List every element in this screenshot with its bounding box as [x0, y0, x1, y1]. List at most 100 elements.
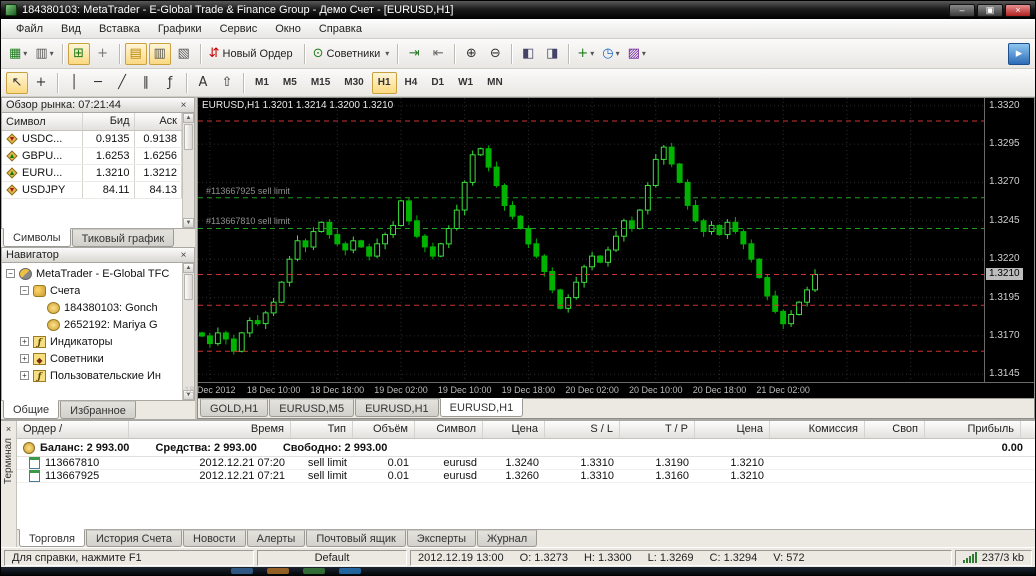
navigator-item[interactable]: + ƒ Индикаторы — [2, 333, 182, 350]
market-watch-column[interactable]: Бид — [83, 113, 135, 130]
timeframe-D1[interactable]: D1 — [425, 72, 450, 94]
cursor-button[interactable]: ↖ — [6, 71, 28, 94]
navigator-toggle-button[interactable]: ▤ — [124, 42, 147, 65]
terminal-tab[interactable]: Новости — [183, 530, 246, 547]
navigator-item[interactable]: + ƒ Пользовательские Ин — [2, 367, 182, 384]
menu-item[interactable]: Вид — [52, 21, 90, 37]
market-watch-row[interactable]: ▼ USDJPY 84.11 84.13 — [2, 182, 182, 199]
terminal-close-button[interactable]: × — [6, 424, 11, 434]
terminal-tab[interactable]: Почтовый ящик — [306, 530, 406, 547]
market-watch-row[interactable]: ▼ USDC... 0.9135 0.9138 — [2, 131, 182, 148]
chart-tab[interactable]: EURUSD,H1 — [355, 399, 439, 417]
terminal-column-header[interactable]: Ордер / — [17, 421, 129, 438]
equidistant-channel-button[interactable]: ∥ — [135, 72, 157, 94]
chart-tab[interactable]: GOLD,H1 — [200, 399, 269, 417]
menu-item[interactable]: Графики — [149, 21, 211, 37]
new-chart-button[interactable]: ▦ ▾ — [6, 43, 30, 65]
terminal-column-header[interactable]: S / L — [545, 421, 620, 438]
navigator-item[interactable]: 184380103: Gonch — [2, 299, 182, 316]
tree-plus-icon[interactable]: + — [20, 371, 29, 380]
terminal-column-header[interactable]: Комиссия — [770, 421, 865, 438]
terminal-column-header[interactable]: Прибыль — [925, 421, 1021, 438]
status-profile[interactable]: Default — [257, 549, 407, 566]
navigator-item[interactable]: − MetaTrader - E-Global TFC — [2, 265, 182, 282]
chart-tab[interactable]: EURUSD,M5 — [269, 399, 355, 417]
terminal-column-header[interactable]: Цена — [483, 421, 545, 438]
terminal-tab[interactable]: Эксперты — [406, 530, 477, 547]
new-order-button[interactable]: ⇵ Новый Ордер — [206, 43, 299, 65]
timeframe-H1[interactable]: H1 — [371, 71, 397, 94]
timeframe-M5[interactable]: M5 — [277, 72, 303, 94]
taskbar-item[interactable] — [303, 568, 325, 574]
periods-list-button[interactable]: ◷ ▾ — [599, 43, 622, 65]
arrow-objects-button[interactable]: ⇧ — [216, 72, 238, 94]
terminal-column-header[interactable]: Символ — [415, 421, 483, 438]
terminal-column-header[interactable]: Своп — [865, 421, 925, 438]
menu-item[interactable]: Справка — [310, 21, 371, 37]
navigator-tab[interactable]: Общие — [3, 400, 60, 419]
fibonacci-button[interactable]: ƒ — [159, 72, 181, 94]
scroll-up-icon[interactable]: ▲ — [183, 263, 194, 273]
minimize-button[interactable]: – — [949, 3, 975, 17]
navigator-item[interactable]: + ◆ Советники — [2, 350, 182, 367]
timeframe-M15[interactable]: M15 — [305, 72, 336, 94]
market-watch-tab[interactable]: Символы — [3, 228, 71, 247]
tree-minus-icon[interactable]: − — [6, 269, 15, 278]
navigator-item[interactable]: − Счета — [2, 282, 182, 299]
market-watch-toggle-button[interactable]: ⊞ — [67, 42, 90, 65]
navigator-scrollbar[interactable]: ▲ ▼ — [182, 263, 194, 400]
scroll-thumb[interactable] — [184, 124, 193, 150]
tree-plus-icon[interactable]: + — [20, 337, 29, 346]
menu-item[interactable]: Окно — [266, 21, 310, 37]
terminal-tab[interactable]: История Счета — [85, 530, 183, 547]
menu-item[interactable]: Файл — [7, 21, 52, 37]
templates-button[interactable]: ▨ ▾ — [625, 43, 649, 65]
vertical-line-button[interactable]: │ — [63, 72, 85, 94]
status-quote-segment[interactable]: 2012.12.19 13:00 O: 1.3273 H: 1.3300 L: 1.3… — [410, 549, 952, 566]
text-label-button[interactable]: A — [192, 72, 214, 94]
status-connection[interactable]: 237/3 kb — [954, 549, 1032, 566]
scroll-up-icon[interactable]: ▲ — [183, 113, 194, 123]
menu-item[interactable]: Вставка — [90, 21, 149, 37]
expert-advisors-button[interactable]: ⊙ Советники ▾ — [310, 43, 393, 65]
tile-windows-horizontal-button[interactable]: ◨ — [541, 43, 563, 65]
scroll-thumb[interactable] — [184, 274, 193, 300]
chart-shift-button[interactable]: ⇤ — [427, 43, 449, 65]
market-watch-tab[interactable]: Тиковый график — [71, 229, 175, 247]
terminal-column-header[interactable]: Время — [129, 421, 291, 438]
community-button[interactable]: ▸ — [1008, 42, 1030, 65]
zoom-in-button[interactable]: ⊕ — [460, 43, 482, 65]
taskbar-item[interactable] — [267, 568, 289, 574]
trendline-button[interactable]: ╱ — [111, 72, 133, 94]
chart-plot[interactable]: EURUSD,H1 1.3201 1.3214 1.3200 1.3210 #1… — [198, 98, 984, 382]
restore-button[interactable]: ▣ — [977, 3, 1003, 17]
navigator-tab[interactable]: Избранное — [60, 401, 136, 419]
horizontal-line-button[interactable]: ─ — [87, 72, 109, 94]
terminal-toggle-button[interactable]: ▥ — [148, 42, 171, 65]
timeframe-MN[interactable]: MN — [481, 72, 509, 94]
tree-minus-icon[interactable]: − — [20, 286, 29, 295]
timeframe-M1[interactable]: M1 — [249, 72, 275, 94]
terminal-tab[interactable]: Журнал — [477, 530, 538, 547]
market-watch-row[interactable]: ▲ EURU... 1.3210 1.3212 — [2, 165, 182, 182]
strategy-tester-toggle-button[interactable]: ▧ — [173, 43, 195, 65]
navigator-close-button[interactable]: × — [177, 250, 190, 261]
market-watch-row[interactable]: ▲ GBPU... 1.6253 1.6256 — [2, 148, 182, 165]
market-watch-scrollbar[interactable]: ▲ ▼ — [182, 113, 194, 228]
tree-plus-icon[interactable]: + — [20, 354, 29, 363]
chart-autoscroll-button[interactable]: ⇥ — [403, 43, 425, 65]
chart-canvas[interactable]: EURUSD,H1 1.3201 1.3214 1.3200 1.3210 #1… — [184, 98, 1034, 398]
chart-time-axis[interactable]: 18 Dec 2012 18 Dec 10:00 18 Dec 18:00 19 De… — [184, 382, 1034, 398]
tile-windows-vertical-button[interactable]: ◧ — [517, 43, 539, 65]
timeframe-H4[interactable]: H4 — [399, 72, 424, 94]
taskbar-item[interactable] — [339, 568, 361, 574]
market-watch-close-button[interactable]: × — [177, 100, 190, 111]
order-row[interactable]: 113667925 2012.12.21 07:21 sell limit 0.01 e… — [17, 470, 1035, 483]
data-window-toggle-button[interactable]: + — [92, 43, 114, 65]
terminal-tab[interactable]: Алерты — [246, 530, 306, 547]
order-row[interactable]: 113667810 2012.12.21 07:20 sell limit 0.01 e… — [17, 457, 1035, 470]
zoom-out-button[interactable]: ⊖ — [484, 43, 506, 65]
crosshair-button[interactable]: + — [30, 72, 52, 94]
windows-taskbar[interactable] — [1, 567, 1035, 575]
chart-price-axis[interactable]: 1.3320 1.3295 1.3270 1.3245 1.3220 1.3195 1.31… — [984, 98, 1034, 382]
